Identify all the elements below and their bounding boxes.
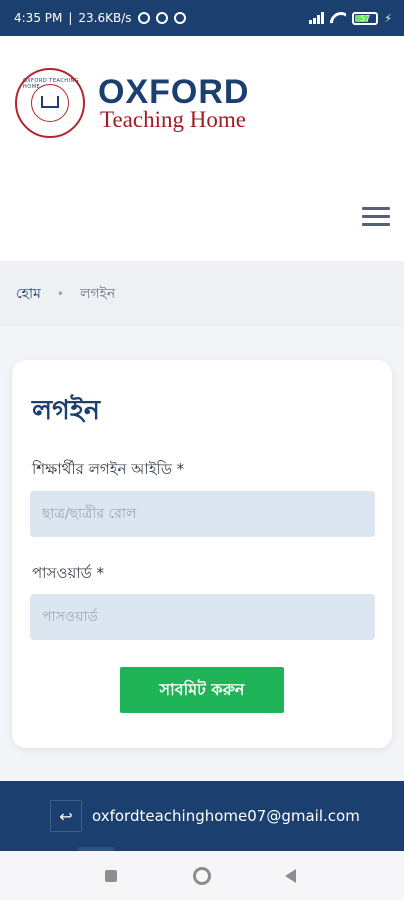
site-header: OXFORD TEACHING HOME OXFORD Teaching Hom…	[0, 36, 404, 261]
site-footer: ↩ oxfordteachinghome07@gmail.com	[0, 781, 404, 851]
app-notification-icon	[155, 12, 168, 24]
battery-icon: 57	[352, 11, 379, 25]
logo-seal-icon[interactable]: OXFORD TEACHING HOME	[15, 68, 85, 138]
back-icon[interactable]	[285, 869, 296, 883]
student-id-input[interactable]	[30, 491, 375, 537]
wifi-icon	[330, 12, 346, 24]
recent-apps-icon[interactable]	[105, 870, 117, 882]
book-icon	[41, 96, 59, 108]
battery-level: 57	[360, 13, 371, 23]
app-notification-icon-2	[173, 12, 186, 24]
footer-email-link[interactable]: oxfordteachinghome07@gmail.com	[92, 807, 360, 825]
status-speed: 23.6KB/s	[78, 11, 132, 25]
submit-button[interactable]: সাবমিট করুন	[120, 667, 284, 713]
login-title: লগইন	[32, 395, 100, 426]
brand-tagline[interactable]: Teaching Home	[100, 107, 246, 133]
status-separator: |	[68, 11, 73, 25]
student-id-label: শিক্ষার্থীর লগইন আইডি *	[32, 460, 185, 478]
alarm-icon	[137, 12, 150, 24]
status-left: 4:35 PM | 23.6KB/s	[14, 11, 186, 25]
menu-icon[interactable]	[362, 207, 390, 227]
password-label: পাসওয়ার্ড *	[32, 564, 104, 582]
login-card: লগইন শিক্ষার্থীর লগইন আইডি * পাসওয়ার্ড …	[12, 360, 392, 748]
status-right: 57 ⚡	[309, 11, 392, 25]
breadcrumb-home-link[interactable]: হোম	[16, 282, 41, 306]
signal-icon	[309, 12, 325, 24]
breadcrumb: হোম • লগইন	[0, 261, 404, 327]
breadcrumb-current: লগইন	[79, 286, 116, 302]
system-nav-bar	[0, 851, 404, 900]
status-bar: 4:35 PM | 23.6KB/s 57 ⚡	[0, 0, 404, 36]
brand-name[interactable]: OXFORD	[98, 74, 249, 110]
password-input[interactable]	[30, 594, 375, 640]
home-icon[interactable]	[193, 867, 211, 885]
charging-icon: ⚡	[384, 11, 392, 25]
status-time: 4:35 PM	[14, 11, 63, 25]
reply-arrow-icon: ↩	[50, 800, 82, 832]
breadcrumb-separator: •	[56, 287, 64, 301]
